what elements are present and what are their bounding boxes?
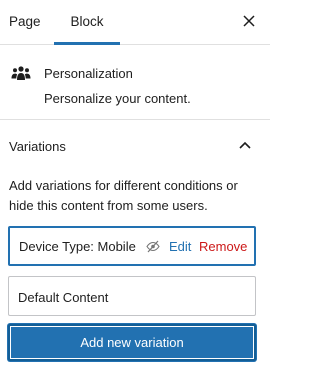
variation-item-default[interactable]: Default Content — [8, 276, 256, 316]
variation-label: Device Type: Mobile — [19, 239, 136, 254]
chevron-up-icon — [239, 141, 251, 149]
tab-page[interactable]: Page — [0, 0, 52, 45]
tab-block[interactable]: Block — [54, 0, 120, 45]
people-group-icon — [11, 66, 31, 80]
block-description: Personalize your content. — [44, 91, 191, 106]
panel-title: Variations — [9, 139, 66, 154]
active-tab-indicator — [54, 42, 120, 45]
remove-variation-link[interactable]: Remove — [199, 239, 247, 254]
add-variation-button[interactable]: Add new variation — [8, 324, 256, 361]
sidebar-tabs: Page Block — [0, 0, 270, 45]
edit-variation-link[interactable]: Edit — [169, 239, 191, 254]
panel-help-text: Add variations for different conditions … — [9, 178, 238, 213]
variation-label: Default Content — [18, 290, 109, 305]
variation-item-device-mobile[interactable]: Device Type: Mobile Edit Remove — [8, 226, 256, 266]
eye-off-icon — [146, 240, 160, 253]
close-icon[interactable] — [242, 14, 256, 28]
block-title: Personalization — [44, 66, 133, 81]
variations-panel-toggle[interactable]: Variations — [0, 121, 270, 171]
block-card: Personalization Personalize your content… — [0, 46, 270, 120]
